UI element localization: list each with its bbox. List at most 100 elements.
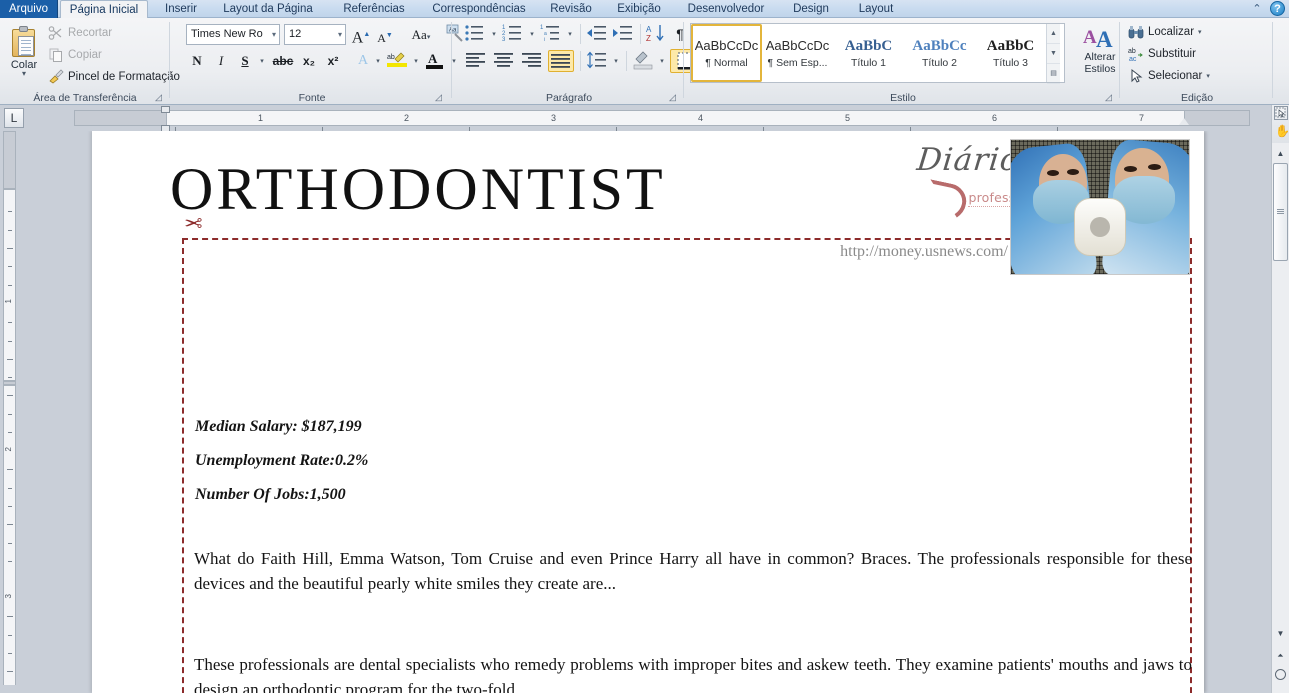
style-item-sem-espacamento[interactable]: AaBbCcDc ¶ Sem Esp... bbox=[762, 24, 833, 82]
stat-median-salary: Median Salary: $187,199 bbox=[195, 418, 362, 435]
multilevel-caret-icon[interactable]: ▾ bbox=[564, 23, 576, 45]
tab-selector-button[interactable]: L bbox=[4, 108, 24, 128]
styles-more-icon[interactable]: ▤ bbox=[1047, 64, 1060, 84]
increase-indent-button[interactable] bbox=[612, 23, 636, 45]
shading-button[interactable] bbox=[632, 50, 656, 72]
multilevel-list-button[interactable]: 1 a i bbox=[540, 23, 564, 45]
text-effects-caret-icon[interactable]: ▾ bbox=[372, 50, 384, 72]
horizontal-ruler[interactable]: L 1 2 3 4 5 6 7 bbox=[0, 105, 1289, 132]
tab-arquivo[interactable]: Arquivo bbox=[0, 0, 58, 18]
numbering-caret-icon[interactable]: ▾ bbox=[526, 23, 538, 45]
hand-icon[interactable]: ✋ bbox=[1275, 124, 1289, 138]
grow-font-button[interactable]: A▲ bbox=[350, 24, 372, 46]
svg-text:ab: ab bbox=[1128, 48, 1136, 55]
replace-button[interactable]: ab ac Substituir bbox=[1128, 46, 1196, 62]
minimize-ribbon-icon[interactable]: ⌃ bbox=[1250, 2, 1264, 16]
italic-button[interactable]: I bbox=[210, 50, 232, 72]
change-case-label: Aa bbox=[411, 27, 427, 42]
ribbon-group-font: Times New Ro ▾ 12 ▾ A▲ A▼ Aa▾ Aa N I S ▾… bbox=[172, 18, 463, 105]
bold-button[interactable]: N bbox=[186, 50, 208, 72]
select-browse-object-icon[interactable] bbox=[1274, 106, 1288, 120]
font-dialog-launcher[interactable]: ◿ bbox=[433, 92, 444, 103]
line-spacing-caret-icon[interactable]: ▾ bbox=[610, 50, 622, 72]
scroll-down-arrow-icon[interactable]: ▼ bbox=[1272, 625, 1289, 642]
font-name-input[interactable]: Times New Ro ▾ bbox=[186, 24, 280, 45]
bullets-caret-icon[interactable]: ▾ bbox=[488, 23, 500, 45]
superscript-button[interactable]: x² bbox=[322, 50, 344, 72]
cut-button: Recortar bbox=[48, 25, 112, 41]
styles-gallery[interactable]: AaBbCcDc ¶ Normal AaBbCcDc ¶ Sem Esp... … bbox=[690, 23, 1065, 84]
document-canvas[interactable]: Diário de Classe professorgeymisommelo.b… bbox=[18, 131, 1271, 693]
align-right-button[interactable] bbox=[520, 50, 546, 72]
first-line-indent-marker[interactable] bbox=[161, 106, 170, 113]
justify-button[interactable] bbox=[548, 50, 574, 72]
numbering-button[interactable]: 1 2 3 bbox=[502, 23, 526, 45]
vertical-ruler[interactable]: 1 2 3 bbox=[0, 131, 18, 693]
styles-dialog-launcher[interactable]: ◿ bbox=[1103, 92, 1114, 103]
find-caret-icon[interactable]: ▾ bbox=[1198, 28, 1202, 36]
font-size-caret-icon[interactable]: ▾ bbox=[338, 25, 342, 44]
change-case-button[interactable]: Aa▾ bbox=[404, 24, 438, 45]
previous-page-icon[interactable]: ⏶ bbox=[1275, 650, 1286, 661]
strikethrough-button[interactable]: abc bbox=[270, 50, 296, 72]
paste-caret-icon[interactable]: ▾ bbox=[6, 70, 42, 78]
style-sample: AaBbCcDc bbox=[765, 38, 830, 53]
shading-caret-icon[interactable]: ▾ bbox=[656, 50, 668, 72]
tab-layout-da-pagina[interactable]: Layout da Página bbox=[212, 0, 324, 18]
highlight-button[interactable]: ab bbox=[386, 50, 410, 72]
find-button[interactable]: Localizar ▾ bbox=[1128, 24, 1202, 40]
style-name: Título 1 bbox=[850, 57, 887, 69]
tab-design[interactable]: Design bbox=[782, 0, 840, 18]
subscript-button[interactable]: x₂ bbox=[298, 50, 320, 72]
paste-button[interactable]: Colar ▾ bbox=[6, 24, 42, 86]
style-item-titulo-1[interactable]: AaBbC Título 1 bbox=[833, 24, 904, 82]
style-item-titulo-3[interactable]: AaBbC Título 3 bbox=[975, 24, 1046, 82]
underline-button[interactable]: S bbox=[234, 50, 256, 72]
align-left-button[interactable] bbox=[464, 50, 490, 72]
shrink-font-button[interactable]: A▼ bbox=[374, 24, 396, 45]
styles-scrollbar[interactable]: ▲ ▼ ▤ bbox=[1046, 24, 1060, 84]
style-sample: AaBbCc bbox=[912, 38, 967, 54]
tab-revisao[interactable]: Revisão bbox=[540, 0, 602, 18]
sort-button[interactable]: A Z bbox=[646, 23, 668, 45]
style-item-titulo-2[interactable]: AaBbCc Título 2 bbox=[904, 24, 975, 82]
font-name-caret-icon[interactable]: ▾ bbox=[272, 25, 276, 44]
browse-object-icon[interactable] bbox=[1275, 669, 1286, 680]
font-color-button[interactable]: A bbox=[424, 50, 448, 72]
scrollbar-thumb[interactable] bbox=[1273, 163, 1288, 261]
clipboard-dialog-launcher[interactable]: ◿ bbox=[153, 92, 164, 103]
font-size-input[interactable]: 12 ▾ bbox=[284, 24, 346, 45]
select-button[interactable]: Selecionar ▾ bbox=[1128, 68, 1210, 84]
styles-scroll-up-icon[interactable]: ▲ bbox=[1047, 24, 1060, 44]
svg-text:ab: ab bbox=[387, 54, 395, 61]
decrease-indent-button[interactable] bbox=[586, 23, 610, 45]
select-caret-icon[interactable]: ▾ bbox=[1206, 72, 1210, 80]
tab-correspondencias[interactable]: Correspondências bbox=[420, 0, 538, 18]
right-indent-marker[interactable] bbox=[1179, 118, 1189, 125]
underline-caret-icon[interactable]: ▾ bbox=[256, 50, 268, 72]
scroll-up-arrow-icon[interactable]: ▲ bbox=[1272, 145, 1289, 162]
style-item-normal[interactable]: AaBbCcDc ¶ Normal bbox=[691, 24, 762, 82]
format-painter-button[interactable]: Pincel de Formatação bbox=[48, 69, 180, 85]
line-spacing-button[interactable] bbox=[586, 50, 610, 72]
tab-inserir[interactable]: Inserir bbox=[152, 0, 210, 18]
tab-desenvolvedor[interactable]: Desenvolvedor bbox=[674, 0, 778, 18]
ruler-number-2: 2 bbox=[404, 113, 410, 123]
tab-layout[interactable]: Layout bbox=[845, 0, 907, 18]
document-page[interactable]: Diário de Classe professorgeymisommelo.b… bbox=[92, 131, 1204, 693]
highlight-caret-icon[interactable]: ▾ bbox=[410, 50, 422, 72]
text-effects-button[interactable]: A bbox=[352, 50, 374, 72]
bullets-button[interactable] bbox=[464, 23, 488, 45]
window-controls: ⌃ ? bbox=[1250, 1, 1285, 16]
tab-exibicao[interactable]: Exibição bbox=[606, 0, 672, 18]
vertical-scrollbar[interactable]: ✋ ▲ ▼ ⏶ bbox=[1271, 105, 1289, 693]
help-icon[interactable]: ? bbox=[1270, 1, 1285, 16]
align-center-button[interactable] bbox=[492, 50, 518, 72]
paragraph-dialog-launcher[interactable]: ◿ bbox=[667, 92, 678, 103]
tab-referencias[interactable]: Referências bbox=[330, 0, 418, 18]
styles-scroll-down-icon[interactable]: ▼ bbox=[1047, 44, 1060, 64]
vruler-number-3: 3 bbox=[4, 594, 13, 599]
ruler-number-1: 1 bbox=[258, 113, 264, 123]
tab-pagina-inicial[interactable]: Página Inicial bbox=[60, 0, 148, 18]
ruler-number-6: 6 bbox=[992, 113, 998, 123]
